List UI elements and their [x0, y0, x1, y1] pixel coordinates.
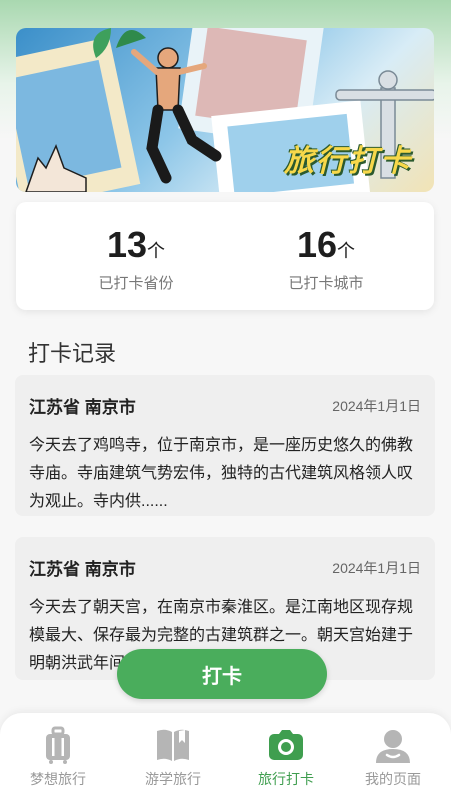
- record-card[interactable]: 江苏省 南京市 2024年1月1日 今天去了鸡鸣寺，位于南京市，是一座历史悠久的…: [15, 375, 435, 516]
- record-date: 2024年1月1日: [332, 559, 421, 576]
- tab-study-travel[interactable]: 游学旅行: [117, 725, 229, 789]
- tab-label: 我的页面: [365, 771, 421, 787]
- book-icon: [157, 729, 189, 761]
- bottom-tab-bar: 梦想旅行 游学旅行 旅行打卡 我的页面: [0, 713, 451, 801]
- luggage-icon: [46, 726, 70, 764]
- stat-provinces-value: 13: [106, 224, 148, 265]
- stats-card: 13个 已打卡省份 16个 已打卡城市: [16, 202, 434, 310]
- tab-label: 梦想旅行: [30, 771, 86, 787]
- record-location: 江苏省 南京市: [29, 398, 136, 417]
- stat-cities: 16个 已打卡城市: [226, 224, 426, 293]
- record-date: 2024年1月1日: [332, 397, 421, 414]
- tab-travel-checkin[interactable]: 旅行打卡: [230, 725, 342, 789]
- camera-icon: [269, 730, 303, 760]
- banner-title: 旅行打卡: [284, 145, 412, 178]
- tab-my-page[interactable]: 我的页面: [337, 725, 449, 789]
- record-text: 今天去了鸡鸣寺，位于南京市，是一座历史悠久的佛教寺庙。寺庙建筑气势宏伟，独特的古…: [29, 437, 414, 510]
- user-icon: [376, 730, 410, 763]
- tab-label: 游学旅行: [145, 771, 201, 787]
- record-location: 江苏省 南京市: [29, 560, 136, 579]
- tab-dream-travel[interactable]: 梦想旅行: [2, 725, 114, 789]
- travel-banner[interactable]: 旅行打卡: [16, 28, 434, 192]
- stat-cities-unit: 个: [337, 241, 356, 261]
- tab-label: 旅行打卡: [258, 771, 314, 787]
- stat-provinces-unit: 个: [147, 241, 166, 261]
- stat-provinces-label: 已打卡省份: [98, 275, 174, 292]
- stat-cities-value: 16: [296, 224, 338, 265]
- records-section-title: 打卡记录: [28, 341, 117, 366]
- stat-provinces: 13个 已打卡省份: [36, 224, 236, 293]
- stat-cities-label: 已打卡城市: [288, 275, 364, 292]
- checkin-button[interactable]: 打卡: [117, 649, 327, 699]
